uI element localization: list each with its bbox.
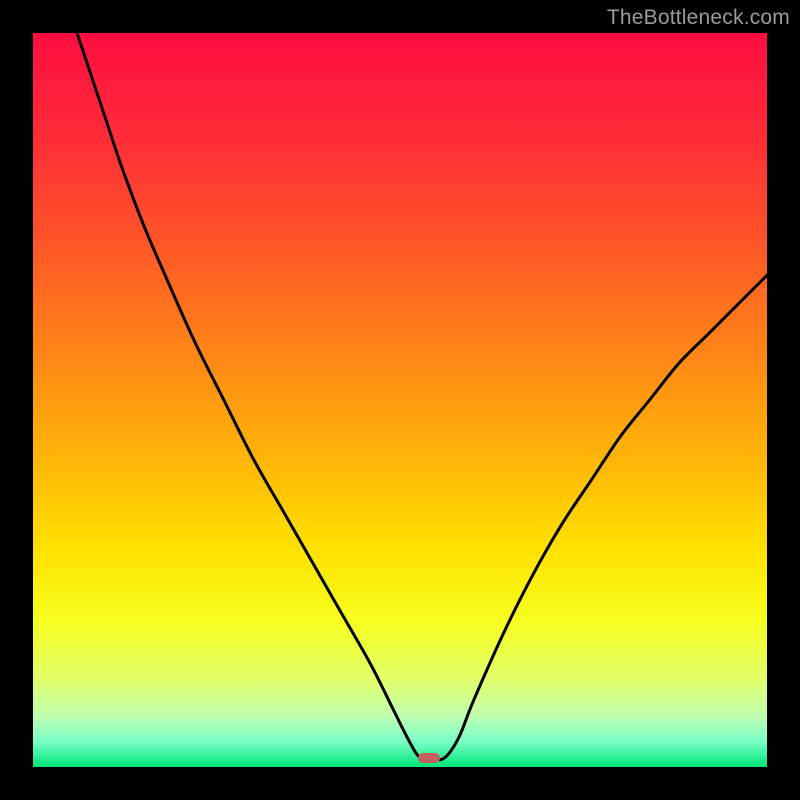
optimal-point-marker <box>418 753 440 763</box>
plot-area <box>33 33 767 767</box>
chart-frame: TheBottleneck.com <box>0 0 800 800</box>
watermark-text: TheBottleneck.com <box>607 6 790 30</box>
curve-layer <box>33 33 767 767</box>
bottleneck-curve <box>77 33 767 760</box>
